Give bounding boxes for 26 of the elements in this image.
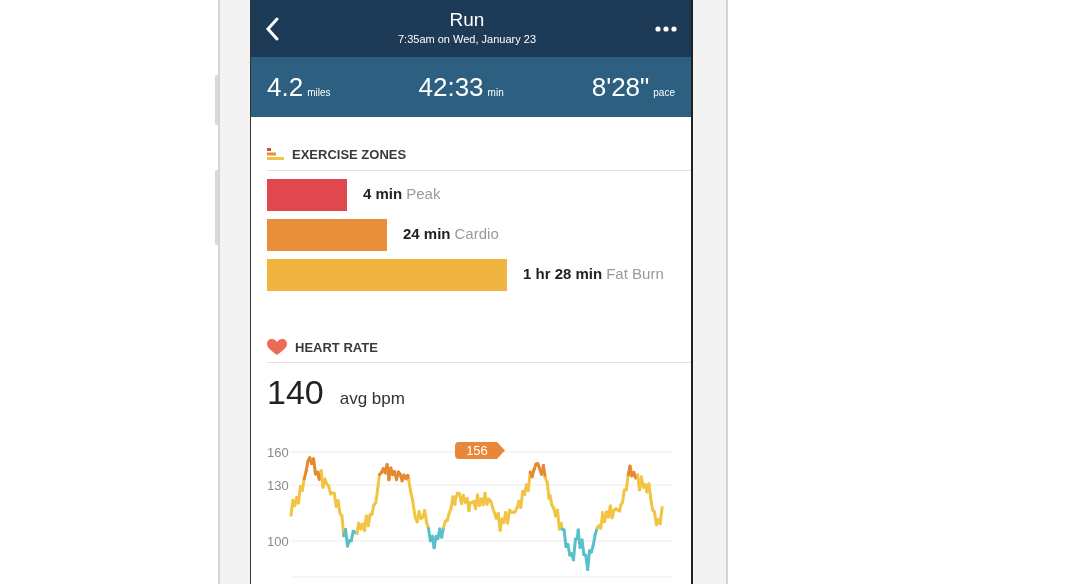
- section-title: EXERCISE ZONES: [292, 146, 407, 164]
- average-heart-rate: 140: [267, 372, 324, 413]
- axis-tick-label: 100: [267, 534, 289, 549]
- zone-duration: 1 hr 28 min: [523, 264, 603, 285]
- stat-value: 42:33: [418, 70, 484, 104]
- average-unit: avg bpm: [339, 388, 405, 410]
- screen-title: Run: [449, 9, 485, 31]
- peak-value-badge: 156: [455, 442, 505, 459]
- back-icon[interactable]: [265, 16, 279, 41]
- axis-tick-label: 130: [267, 478, 289, 493]
- workout-date: 7:35am on Wed, January 23: [398, 31, 536, 47]
- heart-icon: [267, 338, 287, 356]
- more-icon[interactable]: [655, 25, 677, 32]
- axis-tick-label: 160: [267, 445, 289, 460]
- zones-icon: [267, 148, 284, 162]
- zone-duration: 4 min: [363, 184, 403, 205]
- stat-unit: min: [487, 85, 504, 100]
- stat-value: 4.2: [267, 70, 304, 104]
- zone-name: Peak: [406, 184, 441, 205]
- section-title: HEART RATE: [295, 338, 378, 357]
- zone-name: Fat Burn: [606, 264, 664, 285]
- stat-unit: miles: [307, 85, 331, 100]
- zone-name: Cardio: [454, 224, 499, 245]
- zone-duration: 24 min: [403, 224, 451, 245]
- stat-value: 8'28": [591, 70, 650, 104]
- stat-unit: pace: [653, 85, 675, 100]
